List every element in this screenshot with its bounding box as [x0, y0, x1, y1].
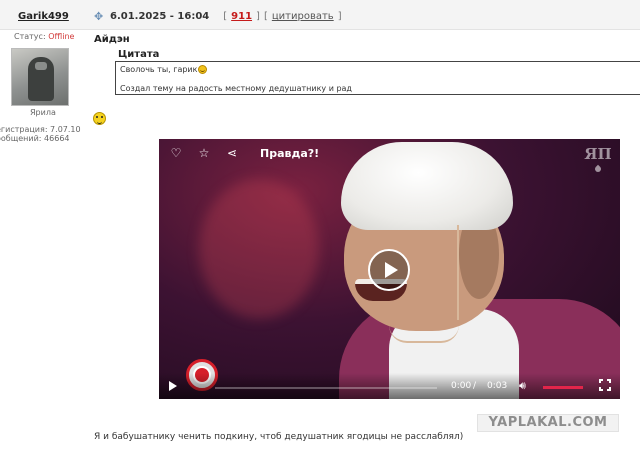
quote-text: Сволочь ты, гарик	[120, 65, 198, 74]
fullscreen-icon[interactable]	[599, 379, 611, 391]
post-body-text: Я и бабушатнику ченить подкину, чтоб дед…	[94, 432, 464, 442]
time-separator: /	[473, 381, 477, 391]
quote-text: Создал тему на радость местному дедушатн…	[120, 84, 352, 93]
play-button[interactable]	[368, 249, 410, 291]
volume-icon[interactable]: 🔊︎	[519, 379, 526, 393]
quote-title: Цитата	[118, 49, 160, 60]
bracket: [	[223, 11, 228, 22]
post-header: Garik499 ✥ 6.01.2025 - 16:04 [ 911 ] [ ц…	[0, 0, 640, 30]
frame-chin-strap	[389, 325, 459, 343]
volume-fill	[543, 386, 583, 389]
play-icon[interactable]	[169, 381, 177, 391]
pin-icon[interactable]: ✥	[94, 10, 106, 23]
bracket: ]	[337, 11, 342, 22]
registration-date: егистрация: 7.07.10	[0, 125, 81, 134]
share-icon[interactable]: ⋖	[225, 147, 239, 159]
volume-slider[interactable]	[543, 386, 583, 389]
avatar-caption: Ярила	[30, 108, 56, 117]
time-current: 0:00	[451, 381, 472, 391]
user-status: Статус: Offline	[14, 32, 74, 41]
username-link[interactable]: Garik499	[18, 11, 69, 22]
progress-bar[interactable]	[215, 387, 437, 389]
channel-logo: ЯП	[584, 145, 612, 163]
status-label: Статус:	[14, 32, 46, 41]
avatar[interactable]	[11, 48, 69, 106]
frame-hat	[341, 142, 513, 230]
star-icon[interactable]: ☆	[197, 147, 211, 159]
video-title: Правда?!	[260, 147, 320, 160]
time-duration: 0:03	[487, 381, 508, 391]
bracket: ]	[256, 11, 260, 22]
quote-link[interactable]: цитировать	[272, 11, 334, 22]
stage-light	[199, 179, 319, 319]
quote-block: Сволочь ты, гарик Создал тему на радость…	[115, 61, 640, 95]
smile-icon	[198, 65, 208, 74]
emoji-icon	[93, 112, 106, 125]
video-controls: 0:00 / 0:03 🔊︎	[159, 373, 620, 399]
reply-author: Айдэн	[94, 34, 130, 45]
post-meta: ✥ 6.01.2025 - 16:04 [ 911 ] [ цитировать…	[94, 10, 342, 23]
post-date: 6.01.2025 - 16:04	[110, 11, 210, 22]
quote-line: Сволочь ты, гарик	[120, 65, 208, 74]
status-value: Offline	[48, 32, 75, 41]
video-player[interactable]: ♡ ☆ ⋖ Правда?! ЯП 0:00 / 0:03 🔊︎	[159, 139, 620, 399]
user-info-column: Статус: Offline Ярила егистрация: 7.07.1…	[0, 30, 82, 453]
site-watermark: YAPLAKAL.COM	[477, 414, 619, 432]
heart-icon[interactable]: ♡	[169, 147, 183, 159]
avatar-figure	[28, 57, 54, 101]
bracket: [	[263, 11, 268, 22]
frame-string	[451, 225, 459, 320]
message-count: ообщений: 46664	[0, 134, 70, 143]
post-rating[interactable]: 911	[231, 11, 252, 22]
